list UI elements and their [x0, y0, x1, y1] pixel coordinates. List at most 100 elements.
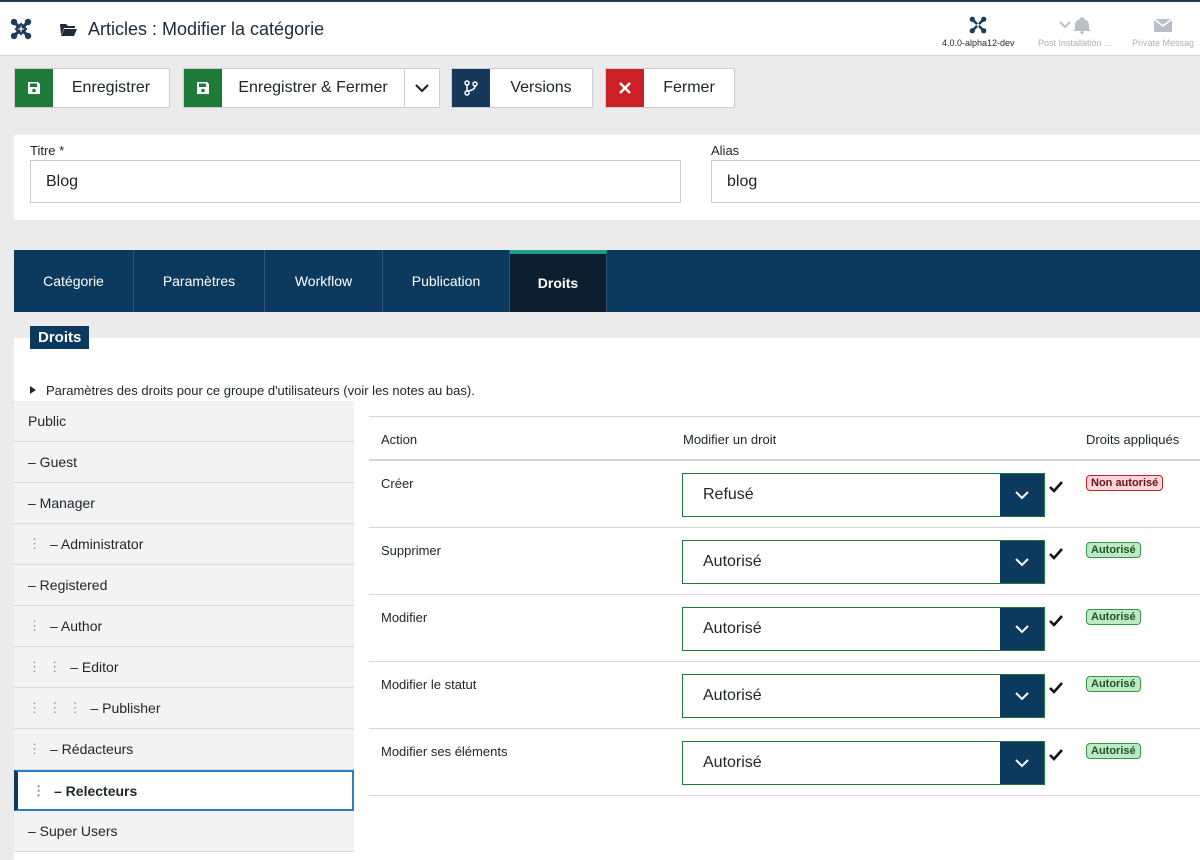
title-label: Titre *: [30, 143, 65, 158]
group-item-public[interactable]: Public: [14, 401, 354, 442]
indent-dots-icon: ⋮ ⋮ ⋮: [28, 700, 82, 715]
permission-select[interactable]: Autorisé: [682, 540, 1045, 584]
post-installation-label: Post Installation ...: [1038, 38, 1112, 48]
versions-label: Versions: [510, 79, 572, 96]
permission-select[interactable]: Refusé: [682, 473, 1045, 517]
chevron-down-icon: [1000, 608, 1044, 650]
title-alias-card: Titre * Alias: [14, 135, 1200, 220]
action-label: Supprimer: [381, 543, 441, 558]
check-icon: [1049, 749, 1063, 761]
group-label: – Editor: [70, 659, 119, 675]
save-close-button[interactable]: Enregistrer & Fermer: [183, 68, 405, 108]
permission-select[interactable]: Autorisé: [682, 741, 1045, 785]
close-label: Fermer: [663, 79, 715, 96]
bell-icon: [1059, 17, 1091, 34]
tab-publication[interactable]: Publication: [383, 250, 510, 312]
envelope-icon: [1153, 18, 1173, 32]
table-row: Modifier ses éléments Autorisé Autorisé: [369, 729, 1200, 796]
column-header-action: Action: [381, 432, 418, 447]
post-installation-button[interactable]: Post Installation ...: [1038, 16, 1112, 48]
save-close-label: Enregistrer & Fermer: [238, 79, 388, 96]
group-label: – Relecteurs: [54, 782, 138, 799]
action-label: Modifier ses éléments: [381, 744, 508, 759]
alias-label: Alias: [711, 143, 740, 158]
group-item-publisher[interactable]: ⋮ ⋮ ⋮ – Publisher: [14, 688, 354, 729]
tab-droits[interactable]: Droits: [510, 250, 607, 312]
group-label: – Author: [50, 618, 103, 634]
group-item-editor[interactable]: ⋮ ⋮ – Editor: [14, 647, 354, 688]
chevron-down-icon: [1000, 742, 1044, 784]
tab-bar: Catégorie Paramètres Workflow Publicatio…: [14, 250, 1200, 312]
joomla-version-icon: [969, 16, 987, 34]
save-options-dropdown[interactable]: [404, 68, 440, 108]
private-messages-label: Private Messag: [1132, 38, 1195, 48]
group-item-redacteurs[interactable]: ⋮ – Rédacteurs: [14, 729, 354, 770]
group-label: – Guest: [28, 454, 78, 470]
save-label: Enregistrer: [71, 79, 151, 96]
header-bar: Articles : Modifier la catégorie 4.0.0-a…: [0, 0, 1200, 56]
group-label: – Rédacteurs: [50, 741, 134, 757]
check-icon: [1049, 682, 1063, 694]
action-label: Modifier: [381, 610, 428, 625]
permission-select-value: Refusé: [703, 486, 754, 503]
check-icon: [1049, 548, 1063, 560]
indent-dots-icon: ⋮: [28, 618, 41, 633]
tab-workflow[interactable]: Workflow: [265, 250, 383, 312]
save-button[interactable]: Enregistrer: [14, 68, 170, 108]
table-row: Modifier le statut Autorisé Autorisé: [369, 662, 1200, 729]
group-item-registered[interactable]: – Registered: [14, 565, 354, 606]
action-label: Créer: [381, 476, 414, 491]
permission-select-value: Autorisé: [703, 620, 762, 637]
permission-select-value: Autorisé: [703, 687, 762, 704]
group-item-super-users[interactable]: – Super Users: [14, 811, 354, 852]
page-title: Articles : Modifier la catégorie: [88, 19, 325, 39]
chevron-down-icon: [1000, 474, 1044, 516]
alias-input[interactable]: [711, 160, 1200, 203]
permissions-table: Action Modifier un droit Droits appliqué…: [369, 416, 1200, 796]
group-item-administrator[interactable]: ⋮ – Administrator: [14, 524, 354, 565]
group-item-guest[interactable]: – Guest: [14, 442, 354, 483]
group-item-author[interactable]: ⋮ – Author: [14, 606, 354, 647]
status-badge: Autorisé: [1086, 609, 1141, 625]
version-indicator[interactable]: 4.0.0-alpha12-dev: [942, 16, 1015, 48]
column-header-applied: Droits appliqués: [1086, 432, 1180, 447]
code-branch-icon: [464, 80, 478, 96]
chevron-down-icon: [1000, 675, 1044, 717]
private-messages-button[interactable]: Private Messag: [1132, 16, 1194, 48]
rights-summary-text: Paramètres des droits pour ce groupe d'u…: [46, 383, 475, 398]
close-icon: [619, 82, 631, 94]
permission-select-value: Autorisé: [703, 553, 762, 570]
check-icon: [1049, 481, 1063, 493]
rights-panel: Droits Paramètres des droits pour ce gro…: [14, 326, 1200, 860]
status-badge: Non autorisé: [1086, 475, 1164, 491]
tab-parametres[interactable]: Paramètres: [134, 250, 265, 312]
indent-dots-icon: ⋮ ⋮: [28, 659, 62, 674]
indent-dots-icon: ⋮: [32, 782, 45, 798]
close-button[interactable]: Fermer: [605, 68, 735, 108]
status-badge: Autorisé: [1086, 676, 1141, 692]
status-badge: Autorisé: [1086, 743, 1141, 759]
status-badge: Autorisé: [1086, 542, 1141, 558]
group-item-relecteurs[interactable]: ⋮ – Relecteurs: [14, 770, 354, 811]
tab-categorie[interactable]: Catégorie: [14, 250, 134, 312]
permission-select[interactable]: Autorisé: [682, 607, 1045, 651]
version-label: 4.0.0-alpha12-dev: [942, 38, 1015, 48]
permission-select-value: Autorisé: [703, 754, 762, 771]
permission-select[interactable]: Autorisé: [682, 674, 1045, 718]
table-header: Action Modifier un droit Droits appliqué…: [369, 417, 1200, 461]
rights-summary-toggle[interactable]: Paramètres des droits pour ce groupe d'u…: [30, 383, 475, 398]
group-label: – Manager: [28, 495, 95, 511]
versions-button[interactable]: Versions: [451, 68, 593, 108]
group-item-manager[interactable]: – Manager: [14, 483, 354, 524]
rights-legend: Droits: [30, 326, 90, 349]
chevron-down-icon: [415, 83, 429, 93]
title-input[interactable]: [30, 160, 681, 203]
save-icon: [28, 82, 40, 94]
indent-dots-icon: ⋮: [28, 536, 41, 551]
column-header-modify: Modifier un droit: [683, 432, 777, 447]
check-icon: [1049, 615, 1063, 627]
chevron-down-icon: [1000, 541, 1044, 583]
toolbar: Enregistrer Enregistrer & Fermer Version…: [0, 56, 1200, 120]
joomla-logo-icon[interactable]: [10, 18, 32, 40]
folder-icon: [60, 24, 77, 36]
